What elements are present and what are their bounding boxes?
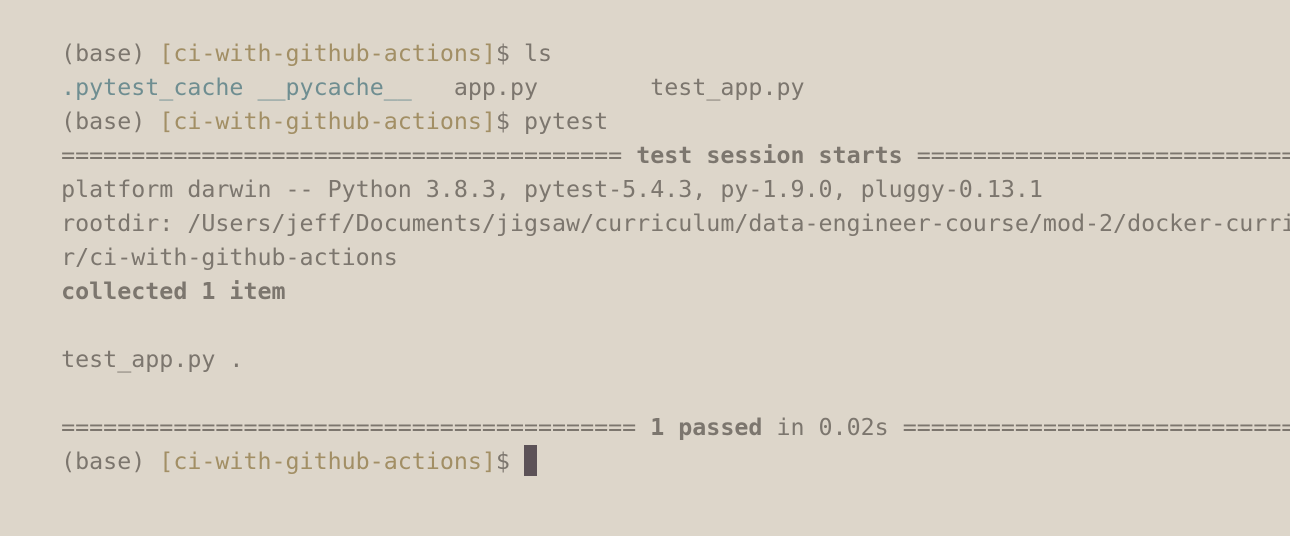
test-result-line: test_app.py . — [61, 346, 244, 373]
terminal-line-13[interactable]: (base) [ci-with-github-actions]$ — [5, 411, 537, 476]
terminal-line-8: collected 1 item — [5, 241, 285, 305]
terminal-line-9 — [5, 275, 61, 309]
ls-entry-test-app-py: test_app.py — [650, 74, 805, 101]
terminal-window[interactable]: (base) [ci-with-github-actions]$ ls .pyt… — [0, 0, 1290, 536]
text-cursor — [523, 445, 537, 476]
prompt-dir: [ci-with-github-actions] — [159, 448, 496, 475]
terminal-line-10: test_app.py . — [5, 309, 243, 373]
terminal-line-2: .pytest_cache __pycache__ app.py test_ap… — [5, 37, 804, 101]
separator-right: ========================================… — [902, 414, 1290, 441]
prompt-symbol: $ — [495, 448, 510, 475]
terminal-line-4: ========================================… — [5, 105, 1290, 169]
passed-count: 1 passed — [650, 414, 763, 441]
terminal-line-5: platform darwin -- Python 3.8.3, pytest-… — [5, 139, 1043, 203]
terminal-line-7: r/ci-with-github-actions — [5, 207, 398, 271]
duration-text: in 0.02s — [776, 414, 889, 441]
terminal-line-11 — [5, 343, 61, 377]
terminal-line-12: ========================================… — [5, 377, 1290, 441]
terminal-line-3: (base) [ci-with-github-actions]$ pytest — [5, 71, 608, 135]
terminal-line-6: rootdir: /Users/jeff/Documents/jigsaw/cu… — [5, 173, 1290, 237]
terminal-line-1: (base) [ci-with-github-actions]$ ls — [5, 3, 552, 67]
prompt-env: (base) — [61, 448, 146, 475]
collected-info: collected 1 item — [61, 278, 286, 305]
